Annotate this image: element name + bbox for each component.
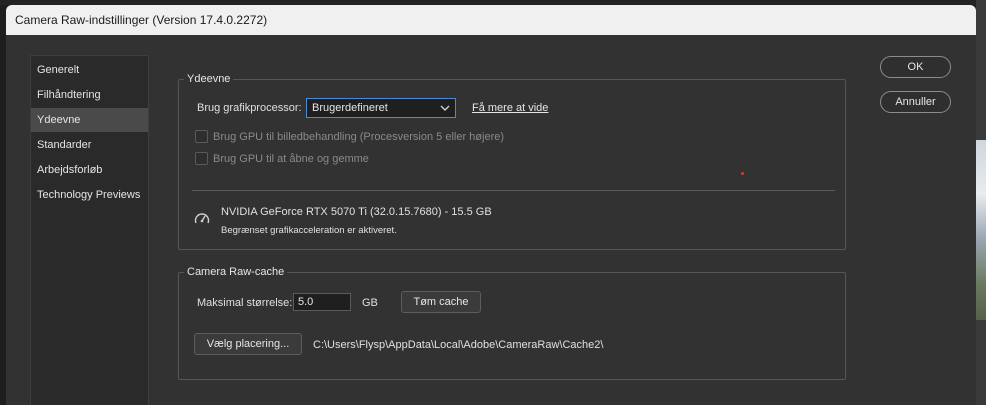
gpu-label: Brug grafikprocessor: — [197, 102, 302, 114]
gpu-select-value: Brugerdefineret — [312, 102, 388, 114]
red-dot-marker — [741, 172, 744, 175]
max-size-value: 5.0 — [298, 296, 314, 308]
choose-location-button[interactable]: Vælg placering... — [194, 333, 302, 355]
cancel-button[interactable]: Annuller — [880, 91, 951, 113]
use-gpu-image-processing-label: Brug GPU til billedbehandling (Procesver… — [213, 131, 505, 143]
use-gpu-open-save-label: Brug GPU til at åbne og gemme — [213, 153, 369, 165]
sidebar-item-file-handling[interactable]: Filhåndtering — [31, 83, 148, 107]
sidebar-item-general[interactable]: Generelt — [31, 58, 148, 82]
background-photo — [976, 140, 986, 320]
performance-group-title: Ydeevne — [184, 73, 234, 85]
background-app-edge — [976, 0, 986, 405]
use-gpu-open-save-checkbox[interactable] — [195, 152, 208, 165]
use-gpu-image-processing-checkbox[interactable] — [195, 130, 208, 143]
gpu-select[interactable]: Brugerdefineret — [306, 98, 456, 118]
max-size-input[interactable]: 5.0 — [293, 293, 351, 311]
speedometer-icon — [194, 213, 210, 224]
cache-group — [178, 272, 846, 380]
ok-button[interactable]: OK — [880, 56, 951, 78]
cache-group-title: Camera Raw-cache — [184, 266, 288, 278]
sidebar-item-defaults[interactable]: Standarder — [31, 133, 148, 157]
performance-separator — [192, 190, 835, 191]
learn-more-link[interactable]: Få mere at vide — [472, 102, 548, 114]
cache-path: C:\Users\Flysp\AppData\Local\Adobe\Camer… — [313, 339, 604, 351]
sidebar-item-performance[interactable]: Ydeevne — [31, 108, 148, 132]
max-size-label: Maksimal størrelse: — [197, 297, 293, 309]
preferences-dialog: Camera Raw-indstillinger (Version 17.4.0… — [6, 5, 976, 405]
purge-cache-button[interactable]: Tøm cache — [401, 291, 481, 313]
window-title: Camera Raw-indstillinger (Version 17.4.0… — [15, 13, 268, 27]
sidebar-item-workflow[interactable]: Arbejdsforløb — [31, 158, 148, 182]
sidebar-item-technology-previews[interactable]: Technology Previews — [31, 183, 148, 207]
max-size-unit: GB — [362, 297, 378, 309]
title-bar[interactable]: Camera Raw-indstillinger (Version 17.4.0… — [6, 5, 976, 35]
gpu-name: NVIDIA GeForce RTX 5070 Ti (32.0.15.7680… — [221, 206, 492, 218]
sidebar: Generelt Filhåndtering Ydeevne Standarde… — [30, 55, 149, 405]
gpu-status: Begrænset grafikacceleration er aktivere… — [221, 225, 397, 236]
chevron-down-icon — [440, 105, 450, 111]
